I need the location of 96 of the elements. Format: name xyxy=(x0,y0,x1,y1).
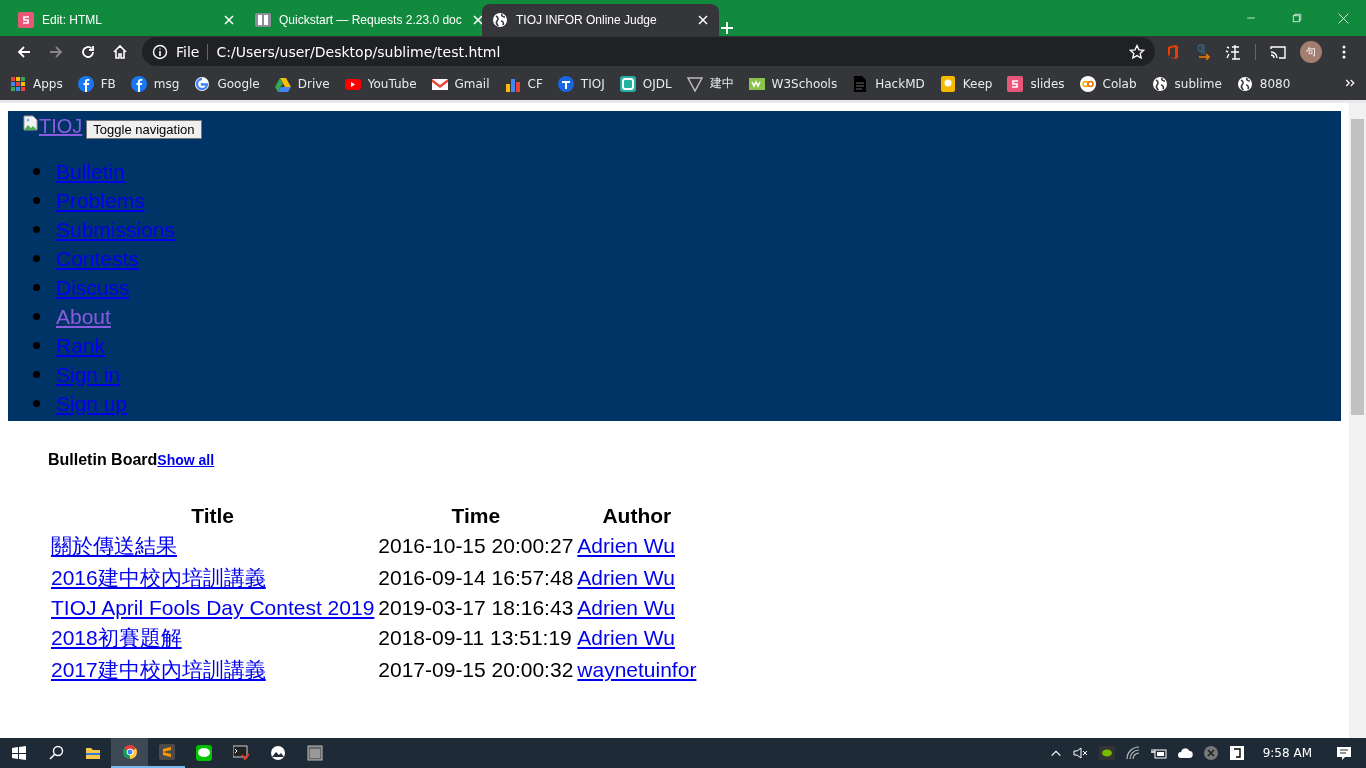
bulletin-title-link[interactable]: TIOJ April Fools Day Contest 2019 xyxy=(51,596,375,619)
restore-icon[interactable] xyxy=(1291,12,1303,24)
notification-icon[interactable] xyxy=(1336,745,1352,761)
bookmark[interactable]: TIOJ xyxy=(557,75,605,92)
bullet-icon xyxy=(33,255,40,262)
author-link[interactable]: Adrien Wu xyxy=(577,626,675,649)
scrollbar[interactable] xyxy=(1349,103,1366,738)
plus-icon[interactable] xyxy=(719,20,735,36)
bookmark[interactable]: slides xyxy=(1007,75,1065,92)
bulb-icon xyxy=(939,75,956,92)
back-icon[interactable] xyxy=(16,43,32,60)
circle-t-icon xyxy=(557,75,574,92)
author-link[interactable]: Adrien Wu xyxy=(577,534,675,557)
cast-icon[interactable] xyxy=(1270,43,1286,60)
author-link[interactable]: Adrien Wu xyxy=(577,596,675,619)
mountain-icon[interactable] xyxy=(269,745,286,761)
chat-bubble-icon[interactable] xyxy=(195,745,212,761)
bookmark[interactable]: W3Schools xyxy=(748,75,838,92)
g-circle-icon xyxy=(194,75,211,92)
bullet-icon xyxy=(33,197,40,204)
globe-icon xyxy=(492,12,508,28)
browser-tab[interactable]: Quickstart — Requests 2.23.0 doc xyxy=(245,4,482,36)
address-bar[interactable]: File C:/Users/user/Desktop/sublime/test.html xyxy=(142,37,1155,66)
post-time: 2016-10-15 20:00:27 xyxy=(378,534,574,557)
forward-icon[interactable] xyxy=(48,43,64,60)
profile-avatar[interactable]: 句 xyxy=(1300,40,1322,63)
globe-icon xyxy=(1151,75,1168,92)
bookmark[interactable]: Keep xyxy=(939,75,993,92)
bullet-icon xyxy=(33,371,40,378)
bookmark[interactable]: YouTube xyxy=(344,75,417,92)
post-time: 2016-09-14 16:57:48 xyxy=(378,566,574,589)
bullet-icon xyxy=(33,226,40,233)
bullet-icon xyxy=(33,400,40,407)
author-link[interactable]: waynetuinfor xyxy=(577,658,697,681)
search-icon[interactable] xyxy=(47,745,64,761)
bookmark[interactable]: FB xyxy=(77,75,116,92)
han-character-icon[interactable] xyxy=(1225,43,1241,60)
show-all-link[interactable]: Show all xyxy=(157,452,215,468)
bookmark[interactable]: CF xyxy=(504,75,543,92)
reload-icon[interactable] xyxy=(80,43,96,60)
pilcrow-arrow-icon[interactable] xyxy=(1195,43,1211,60)
circle-f-icon xyxy=(130,75,147,92)
author-link[interactable]: Adrien Wu xyxy=(577,566,675,589)
close-circle-icon[interactable] xyxy=(1202,745,1219,761)
cloud-icon[interactable] xyxy=(1176,745,1193,761)
speaker-muted-icon[interactable] xyxy=(1072,745,1089,761)
bookmark[interactable]: Colab xyxy=(1079,75,1137,92)
square-s-icon xyxy=(18,12,34,28)
bulletin-title-link[interactable]: 2017建中校內培訓講義 xyxy=(51,658,266,681)
bookmark[interactable]: Gmail xyxy=(431,75,490,92)
bookmark[interactable]: HackMD xyxy=(852,75,925,92)
column-header: Title xyxy=(190,503,236,529)
url-scheme: File xyxy=(176,43,200,60)
star-icon[interactable] xyxy=(1129,43,1145,60)
apps-grid-icon xyxy=(10,75,26,92)
post-time: 2017-09-15 20:00:32 xyxy=(378,658,574,681)
square-s-icon xyxy=(1007,75,1024,92)
section-heading: Bulletin Board xyxy=(48,451,158,469)
bookmark[interactable]: 建中 xyxy=(686,75,734,92)
bulletin-title-link[interactable]: 2016建中校內培訓講義 xyxy=(51,566,266,589)
window-icon[interactable] xyxy=(306,745,323,761)
bookmark[interactable]: 8080 xyxy=(1236,75,1291,92)
post-time: 2019-03-17 18:16:43 xyxy=(378,596,574,619)
column-header: Time xyxy=(450,503,502,529)
toggle-navigation-button[interactable]: Toggle navigation xyxy=(86,120,202,139)
url-text: C:/Users/user/Desktop/sublime/test.html xyxy=(216,43,502,60)
info-icon xyxy=(152,43,168,60)
wifi-icon[interactable] xyxy=(1124,745,1141,761)
home-icon[interactable] xyxy=(112,43,128,60)
clock[interactable]: 9:58 AM xyxy=(1262,746,1312,760)
terminal-icon[interactable] xyxy=(232,745,249,761)
bookmark[interactable]: msg xyxy=(130,75,180,92)
folder-icon[interactable] xyxy=(84,745,101,761)
square-w3-icon xyxy=(748,75,765,92)
bullet-icon xyxy=(33,342,40,349)
bookmark[interactable]: OJDL xyxy=(619,75,672,92)
column-header: Author xyxy=(601,503,673,529)
bookmark[interactable]: sublime xyxy=(1151,75,1222,92)
bullet-icon xyxy=(33,168,40,175)
bulletin-title-link[interactable]: 關於傳送結果 xyxy=(51,534,177,557)
bullet-icon xyxy=(33,284,40,291)
globe-icon xyxy=(1236,75,1253,92)
triangle-icon xyxy=(274,75,291,92)
circle-f-icon xyxy=(77,75,94,92)
bullet-icon xyxy=(33,313,40,320)
post-time: 2018-09-11 13:51:19 xyxy=(378,626,572,649)
bookmark[interactable]: Drive xyxy=(274,75,330,92)
broken-image-icon xyxy=(23,115,39,131)
bulletin-title-link[interactable]: 2018初賽題解 xyxy=(51,626,182,649)
bookmark[interactable]: Google xyxy=(194,75,260,92)
bookmark[interactable]: Apps xyxy=(10,75,63,92)
document-icon xyxy=(852,75,869,92)
windows-icon[interactable] xyxy=(10,745,27,761)
browser-tab[interactable]: Edit: HTML xyxy=(8,4,245,36)
double-circle-icon xyxy=(1079,75,1096,92)
browser-tab[interactable]: TIOJ INFOR Online Judge xyxy=(482,4,719,36)
